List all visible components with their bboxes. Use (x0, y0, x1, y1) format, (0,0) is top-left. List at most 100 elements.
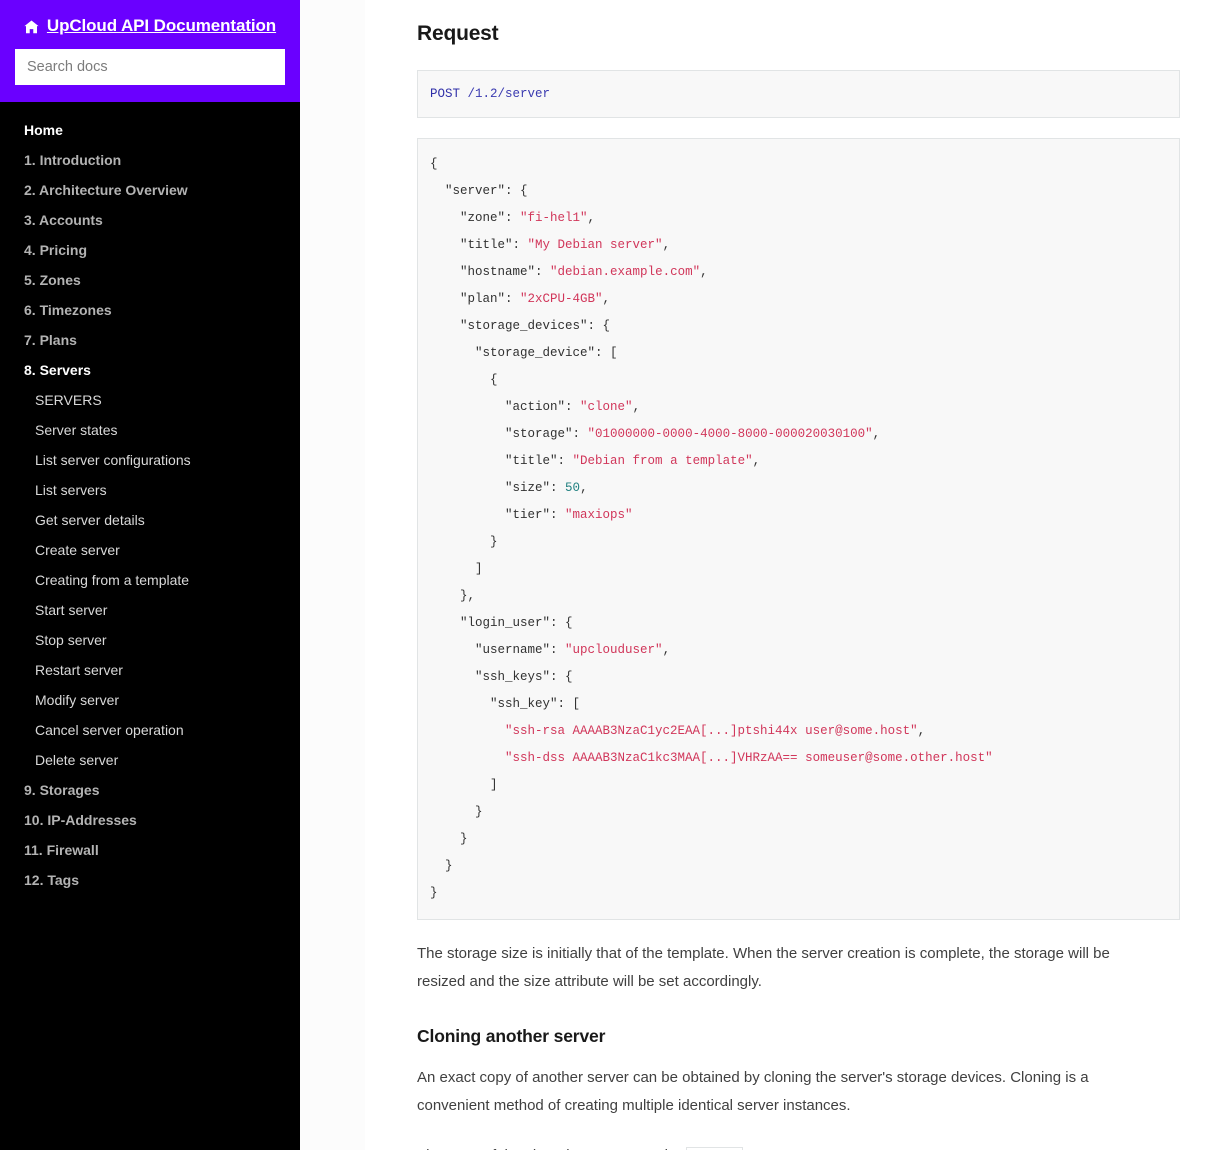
http-space (460, 87, 468, 101)
code-token: , (587, 211, 596, 225)
sidebar-item-2-architecture-overview[interactable]: 2. Architecture Overview (0, 175, 300, 205)
code-line: } (430, 859, 453, 873)
code-line: "storage": "01000000-0000-4000-8000-0000… (430, 427, 880, 441)
code-token: { (430, 157, 438, 171)
code-line: "title": "Debian from a template", (430, 454, 760, 468)
code-token: "title" (430, 454, 558, 468)
code-line: "hostname": "debian.example.com", (430, 265, 708, 279)
request-payload-codeblock: { "server": { "zone": "fi-hel1", "title"… (417, 138, 1180, 920)
sidebar-nav: Home 1. Introduction 2. Architecture Overv… (0, 102, 300, 895)
code-token: ] (430, 778, 498, 792)
sidebar-item-label: Delete server (35, 751, 119, 768)
code-token: : (505, 211, 521, 225)
code-token: "storage_device" (430, 346, 596, 360)
code-token: : { (505, 184, 528, 198)
code-line: "ssh-rsa AAAAB3NzaC1yc2EAA[...]ptshi44x … (430, 724, 925, 738)
cloning-heading: Cloning another server (417, 1026, 606, 1046)
code-token: : { (587, 319, 611, 333)
code-line: ] (430, 778, 498, 792)
home-icon (24, 20, 39, 34)
sidebar-item-10-ip-addresses[interactable]: 10. IP-Addresses (0, 805, 300, 835)
search-input[interactable] (15, 49, 285, 85)
sidebar-item-6-timezones[interactable]: 6. Timezones (0, 295, 300, 325)
code-token: , (662, 238, 671, 252)
sidebar-item-delete-server[interactable]: Delete server (0, 745, 300, 775)
http-method: POST (430, 87, 461, 101)
code-token: "title" (430, 238, 513, 252)
code-token: } (430, 859, 453, 873)
code-line: }, (430, 589, 475, 603)
brand-link[interactable]: UpCloud API Documentation (15, 16, 285, 36)
code-token: "tier" (430, 508, 551, 522)
code-token: : (550, 508, 566, 522)
code-token: } (430, 832, 468, 846)
brand-title: UpCloud API Documentation (46, 16, 277, 35)
sidebar-item-label: List server configurations (35, 451, 191, 468)
sidebar-item-3-accounts[interactable]: 3. Accounts (0, 205, 300, 235)
code-token: "Debian from a template" (572, 454, 753, 468)
code-token: "01000000-0000-4000-8000-000020030100" (587, 427, 873, 441)
code-line: "ssh-dss AAAAB3NzaC1kc3MAA[...]VHRzAA== … (430, 751, 993, 765)
sidebar-item-creating-from-a-template[interactable]: Creating from a template (0, 565, 300, 595)
sidebar-item-modify-server[interactable]: Modify server (0, 685, 300, 715)
sidebar-item-restart-server[interactable]: Restart server (0, 655, 300, 685)
code-token: { (430, 373, 498, 387)
code-token: "hostname" (430, 265, 536, 279)
sidebar-item-label: Stop server (35, 631, 107, 648)
code-token: "server" (430, 184, 506, 198)
code-token: "ssh-rsa AAAAB3NzaC1yc2EAA[...]ptshi44x … (505, 724, 918, 738)
code-token: , (700, 265, 708, 279)
sidebar-item-list-server-configurations[interactable]: List server configurations (0, 445, 300, 475)
sidebar-item-4-pricing[interactable]: 4. Pricing (0, 235, 300, 265)
sidebar-item-create-server[interactable]: Create server (0, 535, 300, 565)
code-token: : (565, 400, 581, 414)
code-token: : (572, 427, 588, 441)
code-token: : (557, 454, 573, 468)
sidebar-item-servers[interactable]: SERVERS (0, 385, 300, 415)
sidebar-header: UpCloud API Documentation (0, 0, 300, 102)
sidebar-item-stop-server[interactable]: Stop server (0, 625, 300, 655)
code-token: "username" (430, 643, 551, 657)
request-line-codeblock: POST /1.2/server (417, 70, 1180, 118)
sidebar-item-8-servers[interactable]: 8. Servers (0, 355, 300, 385)
code-line: "username": "upclouduser", (430, 643, 670, 657)
code-token: "fi-hel1" (520, 211, 588, 225)
code-token: : (535, 265, 551, 279)
sidebar-item-server-states[interactable]: Server states (0, 415, 300, 445)
sidebar: UpCloud API Documentation Home 1. Introdu… (0, 0, 300, 1150)
code-token: } (430, 805, 483, 819)
sidebar-item-home[interactable]: Home (0, 115, 300, 145)
code-line: "storage_devices": { (430, 319, 610, 333)
sidebar-item-label: 8. Servers (24, 361, 91, 378)
sidebar-item-list-servers[interactable]: List servers (0, 475, 300, 505)
sidebar-item-7-plans[interactable]: 7. Plans (0, 325, 300, 355)
sidebar-item-label: Start server (35, 601, 108, 618)
sidebar-item-label: Home (24, 121, 63, 138)
code-token: "debian.example.com" (550, 265, 701, 279)
code-token: "action" (430, 400, 566, 414)
sidebar-item-label: 7. Plans (24, 331, 77, 348)
sidebar-item-label: 6. Timezones (24, 301, 112, 318)
main-content: Request POST /1.2/server { "server": { "… (365, 0, 1230, 1150)
sidebar-item-cancel-server-operation[interactable]: Cancel server operation (0, 715, 300, 745)
code-line: } (430, 535, 498, 549)
code-line: { (430, 157, 438, 171)
sidebar-item-11-firewall[interactable]: 11. Firewall (0, 835, 300, 865)
sidebar-item-get-server-details[interactable]: Get server details (0, 505, 300, 535)
code-line: "zone": "fi-hel1", (430, 211, 595, 225)
code-token: "ssh_keys" (430, 670, 551, 684)
sidebar-item-start-server[interactable]: Start server (0, 595, 300, 625)
sidebar-item-9-storages[interactable]: 9. Storages (0, 775, 300, 805)
code-token: "login_user" (430, 616, 551, 630)
code-line: } (430, 886, 438, 900)
sidebar-item-label: 1. Introduction (24, 151, 122, 168)
sidebar-item-5-zones[interactable]: 5. Zones (0, 265, 300, 295)
paragraph-storage-size: The storage size is initially that of th… (417, 945, 1110, 990)
code-token: : (550, 481, 566, 495)
code-token: : (512, 238, 528, 252)
code-line: "storage_device": [ (430, 346, 618, 360)
sidebar-item-1-introduction[interactable]: 1. Introduction (0, 145, 300, 175)
sidebar-item-12-tags[interactable]: 12. Tags (0, 865, 300, 895)
